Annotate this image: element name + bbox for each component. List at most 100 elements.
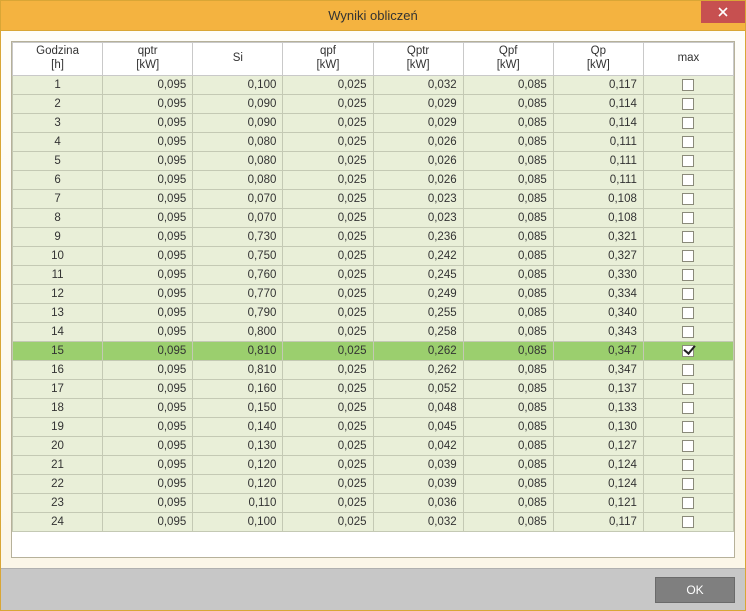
col-header-line2: [kW] xyxy=(287,59,368,73)
col-header-line1: Godzina xyxy=(17,45,98,59)
max-checkbox[interactable] xyxy=(682,516,694,528)
table-row[interactable]: 60,0950,0800,0250,0260,0850,111 xyxy=(13,170,734,189)
table-row[interactable]: 110,0950,7600,0250,2450,0850,330 xyxy=(13,265,734,284)
table-row[interactable]: 190,0950,1400,0250,0450,0850,130 xyxy=(13,417,734,436)
cell-qptr: 0,095 xyxy=(103,417,193,436)
col-header[interactable]: Qptr[kW] xyxy=(373,43,463,76)
table-row[interactable]: 170,0950,1600,0250,0520,0850,137 xyxy=(13,379,734,398)
close-button[interactable] xyxy=(701,1,745,23)
table-row[interactable]: 200,0950,1300,0250,0420,0850,127 xyxy=(13,436,734,455)
max-checkbox[interactable] xyxy=(682,440,694,452)
max-checkbox[interactable] xyxy=(682,364,694,376)
cell-h: 6 xyxy=(13,170,103,189)
cell-qpf: 0,025 xyxy=(283,493,373,512)
max-checkbox[interactable] xyxy=(682,269,694,281)
table-row[interactable]: 10,0950,1000,0250,0320,0850,117 xyxy=(13,75,734,94)
table-row[interactable]: 80,0950,0700,0250,0230,0850,108 xyxy=(13,208,734,227)
cell-qpf: 0,025 xyxy=(283,474,373,493)
cell-Qpf: 0,085 xyxy=(463,132,553,151)
max-checkbox[interactable] xyxy=(682,98,694,110)
max-checkbox[interactable] xyxy=(682,421,694,433)
cell-Qptr: 0,039 xyxy=(373,474,463,493)
max-checkbox[interactable] xyxy=(682,288,694,300)
table-row[interactable]: 240,0950,1000,0250,0320,0850,117 xyxy=(13,512,734,531)
cell-qptr: 0,095 xyxy=(103,493,193,512)
table-row[interactable]: 180,0950,1500,0250,0480,0850,133 xyxy=(13,398,734,417)
cell-max xyxy=(643,113,733,132)
table-row[interactable]: 220,0950,1200,0250,0390,0850,124 xyxy=(13,474,734,493)
max-checkbox[interactable] xyxy=(682,459,694,471)
max-checkbox[interactable] xyxy=(682,174,694,186)
col-header[interactable]: Qp[kW] xyxy=(553,43,643,76)
cell-Qptr: 0,048 xyxy=(373,398,463,417)
table-row[interactable]: 20,0950,0900,0250,0290,0850,114 xyxy=(13,94,734,113)
cell-Qpf: 0,085 xyxy=(463,436,553,455)
cell-Qp: 0,111 xyxy=(553,170,643,189)
col-header[interactable]: Qpf[kW] xyxy=(463,43,553,76)
max-checkbox[interactable] xyxy=(682,212,694,224)
cell-si: 0,110 xyxy=(193,493,283,512)
table-row[interactable]: 70,0950,0700,0250,0230,0850,108 xyxy=(13,189,734,208)
max-checkbox[interactable] xyxy=(682,193,694,205)
col-header[interactable]: qptr[kW] xyxy=(103,43,193,76)
max-checkbox[interactable] xyxy=(682,383,694,395)
max-checkbox[interactable] xyxy=(682,497,694,509)
cell-Qp: 0,114 xyxy=(553,113,643,132)
col-header-line2: [kW] xyxy=(468,59,549,73)
cell-qptr: 0,095 xyxy=(103,75,193,94)
max-checkbox[interactable] xyxy=(682,478,694,490)
table-row[interactable]: 230,0950,1100,0250,0360,0850,121 xyxy=(13,493,734,512)
table-row[interactable]: 140,0950,8000,0250,2580,0850,343 xyxy=(13,322,734,341)
cell-h: 8 xyxy=(13,208,103,227)
cell-si: 0,160 xyxy=(193,379,283,398)
cell-Qptr: 0,039 xyxy=(373,455,463,474)
cell-qpf: 0,025 xyxy=(283,436,373,455)
max-checkbox[interactable] xyxy=(682,402,694,414)
table-row[interactable]: 100,0950,7500,0250,2420,0850,327 xyxy=(13,246,734,265)
col-header[interactable]: max xyxy=(643,43,733,76)
max-checkbox[interactable] xyxy=(682,155,694,167)
cell-si: 0,770 xyxy=(193,284,283,303)
cell-max xyxy=(643,208,733,227)
cell-Qp: 0,111 xyxy=(553,132,643,151)
table-row[interactable]: 30,0950,0900,0250,0290,0850,114 xyxy=(13,113,734,132)
results-table: Godzina[h]qptr[kW] Si qpf[kW]Qptr[kW]Qpf[k… xyxy=(12,42,734,532)
cell-si: 0,080 xyxy=(193,170,283,189)
cell-Qpf: 0,085 xyxy=(463,512,553,531)
col-header[interactable]: Si xyxy=(193,43,283,76)
max-checkbox[interactable] xyxy=(682,345,694,357)
col-header-line1: Si xyxy=(197,52,278,66)
cell-h: 12 xyxy=(13,284,103,303)
cell-Qptr: 0,258 xyxy=(373,322,463,341)
cell-Qpf: 0,085 xyxy=(463,246,553,265)
cell-Qp: 0,321 xyxy=(553,227,643,246)
cell-Qptr: 0,036 xyxy=(373,493,463,512)
cell-qpf: 0,025 xyxy=(283,227,373,246)
cell-si: 0,150 xyxy=(193,398,283,417)
table-row[interactable]: 130,0950,7900,0250,2550,0850,340 xyxy=(13,303,734,322)
max-checkbox[interactable] xyxy=(682,326,694,338)
max-checkbox[interactable] xyxy=(682,79,694,91)
table-row[interactable]: 90,0950,7300,0250,2360,0850,321 xyxy=(13,227,734,246)
max-checkbox[interactable] xyxy=(682,231,694,243)
table-row[interactable]: 160,0950,8100,0250,2620,0850,347 xyxy=(13,360,734,379)
table-row[interactable]: 50,0950,0800,0250,0260,0850,111 xyxy=(13,151,734,170)
cell-qptr: 0,095 xyxy=(103,208,193,227)
cell-max xyxy=(643,265,733,284)
table-row[interactable]: 120,0950,7700,0250,2490,0850,334 xyxy=(13,284,734,303)
max-checkbox[interactable] xyxy=(682,307,694,319)
max-checkbox[interactable] xyxy=(682,136,694,148)
cell-qptr: 0,095 xyxy=(103,189,193,208)
cell-qpf: 0,025 xyxy=(283,379,373,398)
max-checkbox[interactable] xyxy=(682,250,694,262)
cell-Qptr: 0,236 xyxy=(373,227,463,246)
ok-button[interactable]: OK xyxy=(655,577,735,603)
table-row[interactable]: 40,0950,0800,0250,0260,0850,111 xyxy=(13,132,734,151)
max-checkbox[interactable] xyxy=(682,117,694,129)
cell-Qptr: 0,032 xyxy=(373,512,463,531)
col-header[interactable]: qpf[kW] xyxy=(283,43,373,76)
cell-Qptr: 0,023 xyxy=(373,208,463,227)
table-row[interactable]: 210,0950,1200,0250,0390,0850,124 xyxy=(13,455,734,474)
col-header[interactable]: Godzina[h] xyxy=(13,43,103,76)
table-row[interactable]: 150,0950,8100,0250,2620,0850,347 xyxy=(13,341,734,360)
